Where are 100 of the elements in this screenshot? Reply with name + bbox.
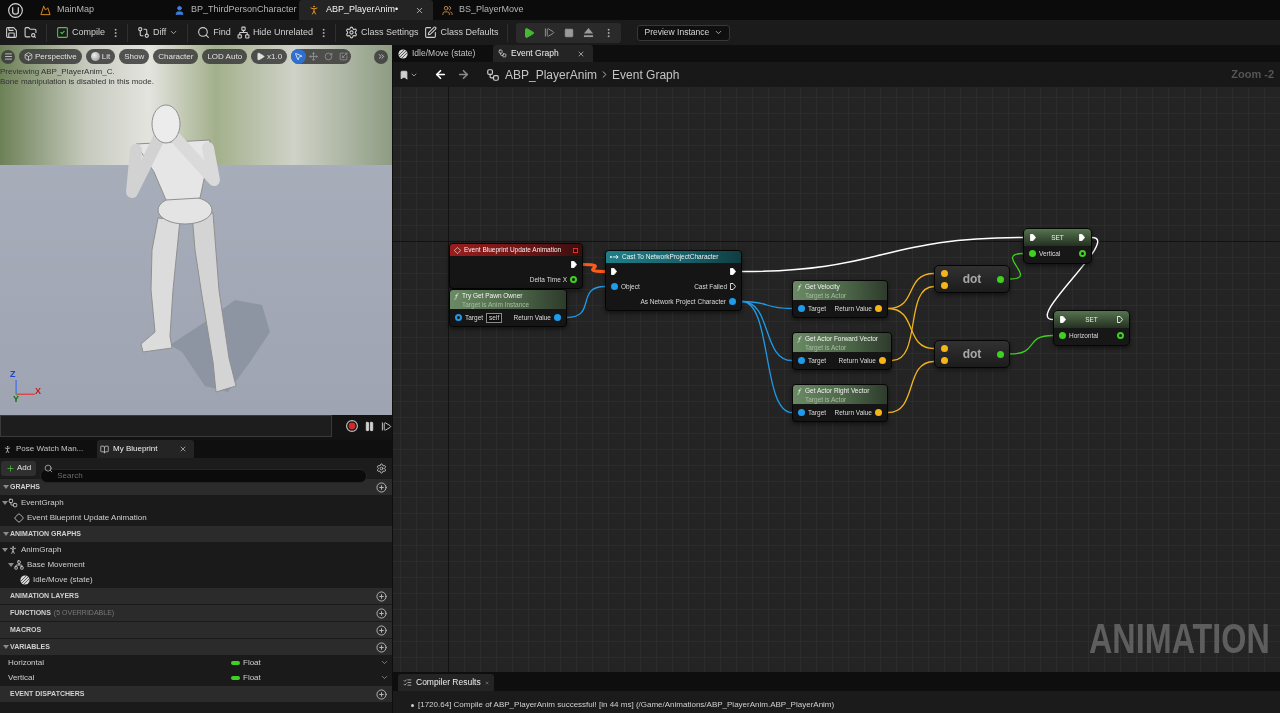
editor-tab[interactable]: MainMap — [31, 0, 165, 20]
exec-pin-icon[interactable] — [730, 268, 736, 275]
data-pin-icon[interactable] — [879, 357, 886, 364]
delegate-pin-icon[interactable] — [573, 247, 578, 253]
graph-node[interactable]: dot — [934, 265, 1010, 293]
add-circle-icon[interactable] — [376, 624, 387, 636]
editor-tab[interactable]: BP_ThirdPersonCharacter — [165, 0, 299, 20]
close-icon[interactable] — [179, 445, 187, 453]
hide-unrelated-button[interactable]: Hide Unrelated — [233, 22, 316, 43]
record-icon[interactable] — [346, 420, 358, 432]
figure-icon — [8, 544, 18, 555]
graph-tab[interactable]: Idle/Move (state) — [393, 45, 493, 62]
expand-triangle-icon[interactable] — [7, 562, 14, 567]
striped-circle-icon — [398, 48, 408, 59]
tree-item[interactable]: EventGraph — [21, 496, 64, 509]
data-pin-icon[interactable] — [996, 350, 1004, 358]
data-pin-icon[interactable] — [455, 314, 462, 321]
forward-arrow-icon[interactable] — [457, 68, 470, 81]
diff-button[interactable]: Diff — [134, 22, 182, 43]
search-icon — [44, 463, 54, 473]
graph-tab[interactable]: Event Graph — [493, 45, 593, 62]
data-pin-icon[interactable] — [1079, 250, 1086, 257]
breadcrumb-link[interactable]: ABP_PlayerAnim — [505, 65, 598, 84]
step-forward-icon[interactable] — [381, 420, 392, 432]
data-pin-icon[interactable] — [798, 357, 805, 364]
add-button[interactable]: Add — [1, 460, 37, 476]
bookmark-button[interactable] — [399, 69, 418, 80]
exec-pin-icon[interactable] — [1060, 316, 1066, 323]
data-pin-icon[interactable] — [611, 283, 618, 290]
playback-speed-button[interactable]: x1.0 — [251, 49, 288, 64]
exec-pin-icon[interactable] — [1079, 234, 1085, 241]
eject-icon[interactable] — [583, 27, 595, 38]
search-field[interactable]: Search — [40, 468, 367, 483]
expand-triangle-icon[interactable] — [2, 532, 9, 536]
settings-icon[interactable] — [376, 462, 387, 474]
cube-icon — [24, 52, 33, 61]
data-pin-icon[interactable] — [1029, 250, 1036, 257]
logo-icon[interactable] — [8, 2, 23, 18]
viewport-option-button[interactable]: LOD Auto — [202, 49, 248, 64]
variable-name[interactable]: Horizontal — [8, 657, 44, 667]
breadcrumb-link[interactable]: Event Graph — [612, 65, 680, 84]
panel-tab[interactable]: Pose Watch Man... — [0, 440, 97, 458]
data-pin-icon[interactable] — [940, 282, 948, 290]
pause-icon[interactable] — [364, 420, 375, 432]
add-circle-icon[interactable] — [376, 590, 387, 602]
viewport-option-button[interactable]: Character — [153, 49, 199, 64]
play-icon[interactable] — [523, 26, 536, 39]
check-square-icon — [56, 26, 69, 39]
panel-tab[interactable]: Compiler Results — [398, 674, 494, 691]
back-arrow-icon[interactable] — [434, 68, 447, 81]
exec-pin-icon[interactable] — [1030, 234, 1036, 241]
data-wire — [1009, 252, 1024, 280]
expand-triangle-icon[interactable] — [1, 500, 8, 505]
data-pin-icon[interactable] — [996, 275, 1004, 283]
data-pin-icon[interactable] — [875, 409, 882, 416]
stop-icon[interactable] — [564, 27, 575, 38]
data-pin-icon[interactable] — [729, 298, 736, 305]
data-pin-icon[interactable] — [1117, 332, 1124, 339]
data-pin-icon[interactable] — [798, 409, 805, 416]
add-circle-icon[interactable] — [376, 607, 387, 619]
tree-item[interactable]: Event Blueprint Update Animation — [27, 511, 147, 524]
settings-icon — [344, 26, 358, 39]
function-icon — [797, 387, 802, 395]
graph-node[interactable]: dot — [934, 340, 1010, 368]
function-icon — [797, 283, 802, 291]
add-circle-icon[interactable] — [376, 641, 387, 653]
panel-tab[interactable]: My Blueprint — [97, 440, 194, 458]
add-circle-icon[interactable] — [376, 688, 387, 700]
variable-name[interactable]: Vertical — [8, 672, 35, 682]
data-pin-icon[interactable] — [940, 357, 948, 365]
exec-pin-icon[interactable] — [611, 268, 617, 275]
exec-pin-icon[interactable] — [571, 261, 577, 268]
debug-object-dropdown[interactable]: Preview Instance — [637, 24, 731, 41]
add-circle-icon[interactable] — [376, 481, 387, 493]
tree-item[interactable]: Idle/Move (state) — [33, 573, 93, 586]
editor-tab[interactable]: ABP_PlayerAnim• — [299, 0, 433, 20]
data-pin-icon[interactable] — [875, 305, 882, 312]
step-forward-icon[interactable] — [544, 27, 556, 38]
data-pin-icon[interactable] — [570, 276, 577, 283]
data-pin-icon[interactable] — [554, 314, 561, 321]
expand-triangle-icon[interactable] — [1, 547, 8, 552]
close-icon[interactable] — [577, 49, 585, 58]
exec-pin-icon[interactable] — [1117, 316, 1123, 323]
expand-triangle-icon[interactable] — [2, 645, 9, 649]
data-pin-icon[interactable] — [1059, 332, 1066, 339]
close-icon[interactable] — [415, 5, 424, 15]
view-mode-button[interactable]: Perspective — [19, 49, 82, 64]
compile-button[interactable]: Compile — [53, 22, 108, 43]
tree-item[interactable]: AnimGraph — [21, 543, 62, 556]
expand-triangle-icon[interactable] — [2, 485, 9, 489]
class-defaults-button[interactable]: Class Defaults — [421, 22, 502, 43]
find-button[interactable]: Find — [194, 22, 234, 43]
tree-item[interactable]: Base Movement — [27, 558, 85, 571]
class-settings-button[interactable]: Class Settings — [341, 22, 422, 43]
data-pin-icon[interactable] — [798, 305, 805, 312]
exec-pin-icon[interactable] — [730, 283, 736, 290]
data-pin-icon[interactable] — [940, 344, 948, 352]
editor-tab[interactable]: BS_PlayerMove — [433, 0, 567, 20]
viewport-option-button[interactable]: Show — [119, 49, 150, 64]
data-pin-icon[interactable] — [940, 269, 948, 277]
